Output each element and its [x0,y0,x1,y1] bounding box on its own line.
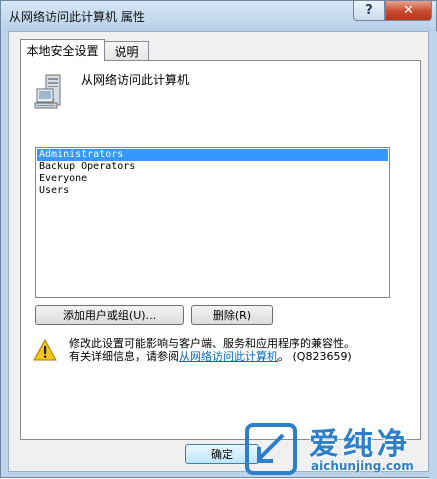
add-user-or-group-button[interactable]: 添加用户或组(U)... [35,305,184,325]
list-item[interactable]: Backup Operators [37,161,388,173]
kb-reference: 。 (Q823659) [278,350,352,363]
remove-button[interactable]: 删除(R) [191,305,273,325]
watermark-logo-icon [245,423,297,475]
title-bar[interactable]: 从网络访问此计算机 属性 ? ✕ [1,1,436,31]
tab-label: 本地安全设置 [26,44,99,58]
help-button[interactable]: ? [353,1,385,21]
members-listbox[interactable]: Administrators Backup Operators Everyone… [35,147,390,298]
close-icon: ✕ [403,3,414,18]
tab-label: 说明 [114,45,139,59]
tab-panel: 从网络访问此计算机 Administrators Backup Operator… [20,60,421,440]
site-watermark: 爱纯净 aichunjing.com [239,419,437,479]
help-link[interactable]: 从网络访问此计算机 [179,350,278,363]
right-border [429,31,437,479]
tab-explain[interactable]: 说明 [104,41,149,61]
more-info-prefix: 有关详细信息，请参阅 [69,350,179,363]
close-button[interactable]: ✕ [385,1,432,21]
window-title: 从网络访问此计算机 属性 [9,10,145,24]
help-icon: ? [365,3,373,18]
list-item[interactable]: Everyone [37,173,388,185]
more-info-text: 有关详细信息，请参阅从网络访问此计算机。 (Q823659) [69,348,352,364]
watermark-title: 爱纯净 [309,427,411,462]
warning-icon [33,339,57,361]
tab-local-security-setting[interactable]: 本地安全设置 [20,39,105,61]
dialog-body: 本地安全设置 说明 从网络访问此计算机 Administrators Backu… [8,31,429,472]
watermark-url: aichunjing.com [311,459,414,473]
list-item[interactable]: Administrators [37,149,388,161]
computer-icon [34,74,61,109]
list-item[interactable]: Users [37,185,388,197]
properties-window: 从网络访问此计算机 属性 ? ✕ 本地安全设置 说明 从网络访问此计算机 Adm… [0,0,437,479]
policy-name: 从网络访问此计算机 [81,73,190,87]
